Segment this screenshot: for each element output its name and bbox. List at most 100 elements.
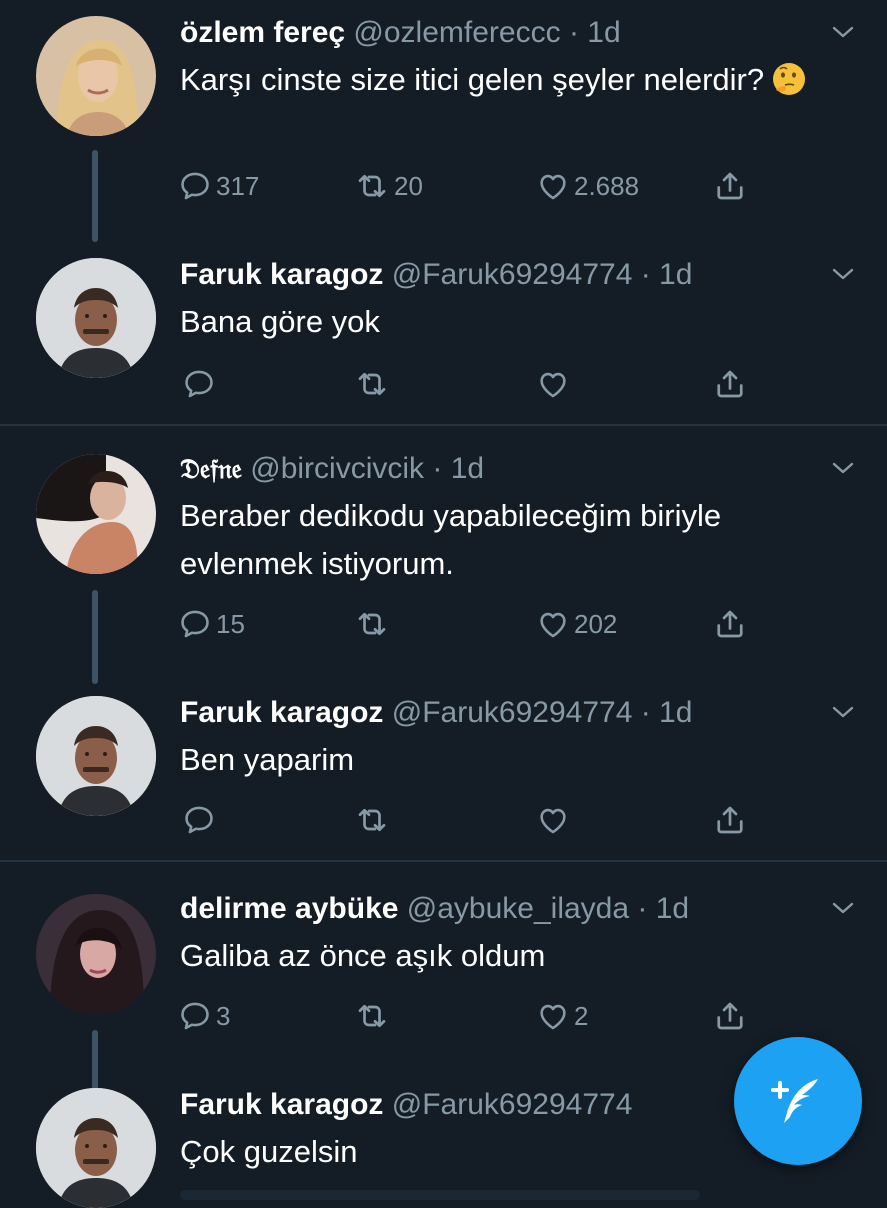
like-button[interactable]: 2 [536,996,588,1036]
share-button[interactable] [712,604,748,644]
retweet-count: 20 [394,170,423,201]
share-icon [712,802,748,838]
divider [0,860,887,862]
display-name[interactable]: Faruk karagoz [180,696,383,729]
chevron-down-icon[interactable] [830,898,856,918]
reply-icon [178,999,212,1033]
tweet-actions: 317 20 2.688 [0,166,887,206]
retweet-icon [354,802,390,838]
like-button[interactable] [536,800,570,840]
username[interactable]: @bircivcivcik [250,452,424,485]
share-button[interactable] [712,800,748,840]
display-name[interactable]: delirme aybüke [180,892,398,925]
tweet-header: Faruk karagoz @Faruk69294774 · 1d [180,694,692,732]
divider [0,424,887,426]
chevron-down-icon[interactable] [830,264,856,284]
tweet-actions [0,364,887,404]
username[interactable]: @aybuke_ilayda [407,892,629,925]
heart-icon [536,999,570,1033]
retweet-button[interactable] [354,364,390,404]
username[interactable]: @Faruk69294774 [392,258,633,291]
timestamp[interactable]: · 1d [641,258,693,291]
tweet-text: Karşı cinste size itici gelen şeyler nel… [180,56,820,104]
reply-button[interactable]: 15 [178,604,245,644]
retweet-button[interactable]: 20 [354,166,423,206]
like-button[interactable]: 2.688 [536,166,639,206]
heart-icon [536,607,570,641]
retweet-button[interactable] [354,604,390,644]
share-button[interactable] [712,166,748,206]
heart-icon [536,169,570,203]
avatar[interactable] [36,16,156,136]
chevron-down-icon[interactable] [830,458,856,478]
reply-icon [182,367,216,401]
next-tweet-preview [180,1190,700,1200]
like-button[interactable] [536,364,570,404]
share-button[interactable] [712,996,748,1036]
tweet-actions [0,800,887,840]
reply-button[interactable] [182,800,216,840]
timestamp[interactable]: · 1d [641,696,693,729]
display-name[interactable]: Faruk karagoz [180,1088,383,1121]
reply-icon [178,169,212,203]
like-count: 2.688 [574,170,640,201]
heart-icon [536,367,570,401]
timestamp[interactable]: · 1d [569,16,621,49]
timestamp[interactable]: · 1d [432,452,484,485]
retweet-button[interactable] [354,996,390,1036]
timestamp[interactable]: · 1d [637,892,689,925]
reply-count: 15 [216,608,245,639]
username[interactable]: @Faruk69294774 [392,696,633,729]
display-name[interactable]: özlem fereç [180,16,345,49]
username[interactable]: @Faruk69294774 [392,1088,633,1121]
chevron-down-icon[interactable] [830,702,856,722]
avatar[interactable] [36,454,156,574]
tweet-text: Beraber dedikodu yapabileceğim biriyle e… [180,498,722,581]
retweet-icon [354,168,390,204]
tweet-text: Çok guzelsin [180,1134,358,1169]
display-name[interactable]: 𝔇𝔢𝔣𝔫𝔢 [180,454,242,485]
tweet-actions: 3 2 [0,996,887,1036]
tweet-text: Bana göre yok [180,304,380,339]
tweet-header: delirme aybüke @aybuke_ilayda · 1d [180,890,689,928]
reply-button[interactable]: 3 [178,996,230,1036]
avatar[interactable] [36,258,156,378]
reply-icon [182,803,216,837]
display-name[interactable]: Faruk karagoz [180,258,383,291]
share-icon [712,366,748,402]
like-button[interactable]: 202 [536,604,617,644]
tweet-header: Faruk karagoz @Faruk69294774 [180,1086,632,1124]
share-icon [712,168,748,204]
avatar[interactable] [36,696,156,816]
share-icon [712,998,748,1034]
reply-count: 317 [216,170,260,201]
reply-count: 3 [216,1000,231,1031]
chevron-down-icon[interactable] [830,22,856,42]
tweet-feed: özlem fereç @ozlemfereccc · 1d Karşı cin… [0,0,887,1200]
reply-button[interactable] [182,364,216,404]
tweet-header: Faruk karagoz @Faruk69294774 · 1d [180,256,692,294]
tweet-text: Ben yaparim [180,742,355,777]
tweet-text: Galiba az önce aşık oldum [180,938,546,973]
share-icon [712,606,748,642]
compose-tweet-icon [771,1079,818,1123]
compose-tweet-button[interactable] [734,1037,862,1165]
avatar[interactable] [36,1088,156,1208]
reply-button[interactable]: 317 [178,166,259,206]
tweet-actions: 15 202 [0,604,887,644]
thread-line [92,1030,98,1092]
heart-icon [536,803,570,837]
share-button[interactable] [712,364,748,404]
thinking-face-icon [773,63,806,95]
tweet-header: özlem fereç @ozlemfereccc · 1d [180,14,621,52]
retweet-icon [354,606,390,642]
username[interactable]: @ozlemfereccc [353,16,560,49]
retweet-button[interactable] [354,800,390,840]
reply-icon [178,607,212,641]
tweet-text-content: Karşı cinste size itici gelen şeyler nel… [180,62,765,97]
like-count: 2 [574,1000,589,1031]
like-count: 202 [574,608,618,639]
retweet-icon [354,366,390,402]
tweet-header: 𝔇𝔢𝔣𝔫𝔢 @bircivcivcik · 1d [180,450,484,489]
retweet-icon [354,998,390,1034]
